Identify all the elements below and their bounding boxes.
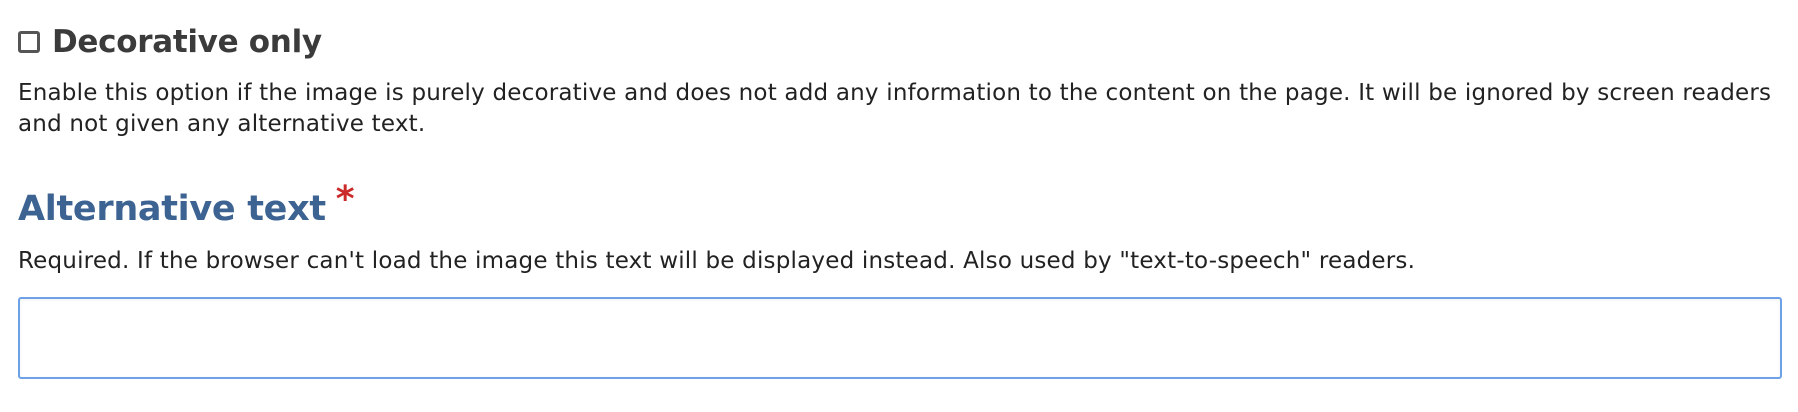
decorative-checkbox[interactable] [18, 31, 40, 53]
required-marker: * [335, 179, 355, 220]
alt-text-input[interactable] [18, 297, 1782, 379]
alt-text-heading: Alternative text * [18, 179, 1780, 234]
alt-text-label: Alternative text [18, 189, 326, 229]
decorative-label[interactable]: Decorative only [52, 24, 322, 60]
image-alt-form: Decorative only Enable this option if th… [18, 18, 1782, 379]
alt-text-help-text: Required. If the browser can't load the … [18, 248, 1416, 274]
decorative-help-text: Enable this option if the image is purel… [18, 80, 1772, 137]
decorative-option[interactable]: Decorative only [18, 18, 1780, 66]
